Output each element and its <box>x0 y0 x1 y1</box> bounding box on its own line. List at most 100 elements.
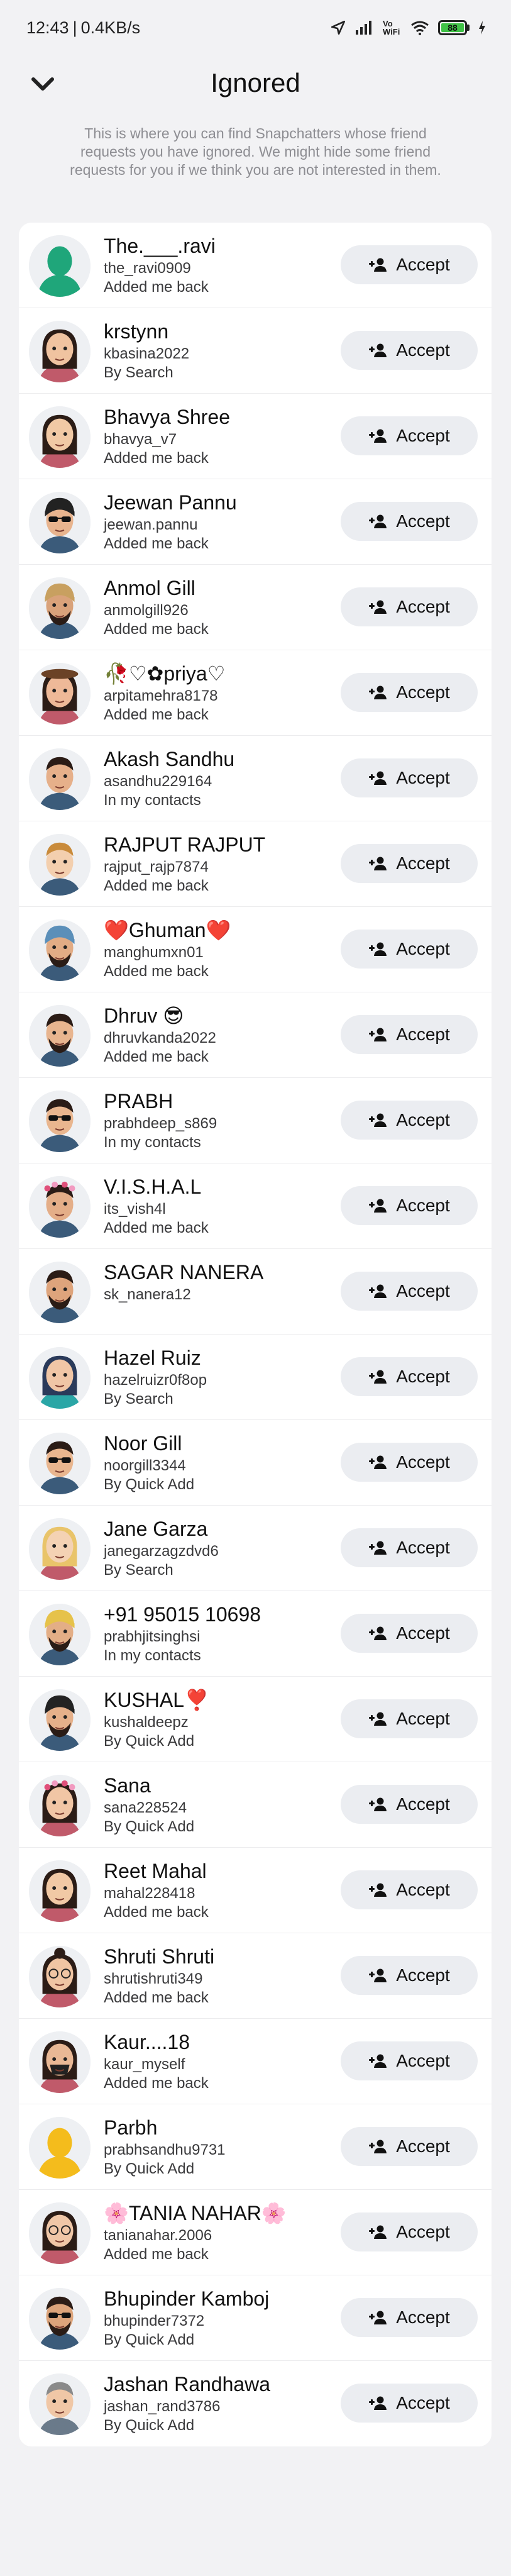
avatar[interactable] <box>29 492 91 553</box>
accept-button[interactable]: Accept <box>341 930 478 969</box>
accept-button[interactable]: Accept <box>341 2127 478 2166</box>
list-item[interactable]: Kaur....18 kaur_myself Added me back Acc… <box>19 2019 492 2104</box>
avatar[interactable] <box>29 2373 91 2435</box>
avatar[interactable] <box>29 1860 91 1922</box>
avatar[interactable] <box>29 1433 91 1494</box>
accept-button[interactable]: Accept <box>341 1272 478 1311</box>
accept-button[interactable]: Accept <box>341 1956 478 1995</box>
accept-button[interactable]: Accept <box>341 844 478 883</box>
accept-button[interactable]: Accept <box>341 1528 478 1567</box>
list-item[interactable]: +91 95015 10698 prabhjitsinghsi In my co… <box>19 1591 492 1677</box>
list-item[interactable]: RAJPUT RAJPUT rajput_rajp7874 Added me b… <box>19 821 492 907</box>
list-item[interactable]: Dhruv 😎 dhruvkanda2022 Added me back Acc… <box>19 992 492 1078</box>
display-name: Sana <box>104 1774 151 1797</box>
list-item[interactable]: Bhavya Shree bhavya_v7 Added me back Acc… <box>19 394 492 479</box>
list-item[interactable]: Noor Gill noorgill3344 By Quick Add Acce… <box>19 1420 492 1506</box>
list-item[interactable]: ❤️Ghuman❤️ manghumxn01 Added me back Acc… <box>19 907 492 992</box>
display-name: krstynn <box>104 320 169 343</box>
list-item[interactable]: Parbh prabhsandhu9731 By Quick Add Accep… <box>19 2104 492 2190</box>
accept-button[interactable]: Accept <box>341 1015 478 1054</box>
accept-button[interactable]: Accept <box>341 331 478 370</box>
accept-button[interactable]: Accept <box>341 2041 478 2080</box>
accept-button[interactable]: Accept <box>341 1101 478 1140</box>
user-info: Jane Garza janegarzagzdvd6 By Search <box>104 1517 347 1580</box>
battery-icon: 88 <box>438 20 470 35</box>
avatar[interactable] <box>29 1262 91 1323</box>
avatar[interactable] <box>29 1689 91 1751</box>
accept-label: Accept <box>396 768 450 787</box>
accept-button[interactable]: Accept <box>341 2212 478 2251</box>
avatar[interactable] <box>29 235 91 297</box>
display-name: PRABH <box>104 1090 173 1113</box>
list-item[interactable]: 🥀♡✿priya♡ arpitamehra8178 Added me back … <box>19 650 492 736</box>
avatar[interactable] <box>29 1604 91 1665</box>
username: janegarzagzdvd6 <box>104 1543 219 1560</box>
accept-label: Accept <box>396 255 450 274</box>
avatar[interactable] <box>29 834 91 896</box>
accept-button[interactable]: Accept <box>341 245 478 284</box>
avatar[interactable] <box>29 1775 91 1836</box>
list-item[interactable]: Reet Mahal mahal228418 Added me back Acc… <box>19 1848 492 1933</box>
accept-button[interactable]: Accept <box>341 1443 478 1482</box>
avatar[interactable] <box>29 1091 91 1152</box>
avatar[interactable] <box>29 919 91 981</box>
list-item[interactable]: V.I.S.H.A.L its_vish4l Added me back Acc… <box>19 1163 492 1249</box>
accept-button[interactable]: Accept <box>341 502 478 541</box>
list-item[interactable]: krstynn kbasina2022 By Search Accept <box>19 308 492 394</box>
display-name: 🥀♡✿priya♡ <box>104 662 226 685</box>
add-friend-icon <box>368 771 387 785</box>
avatar[interactable] <box>29 406 91 468</box>
add-friend-icon <box>368 1455 387 1469</box>
accept-button[interactable]: Accept <box>341 673 478 712</box>
avatar[interactable] <box>29 2117 91 2179</box>
accept-button[interactable]: Accept <box>341 2384 478 2423</box>
list-item[interactable]: PRABH prabhdeep_s869 In my contacts Acce… <box>19 1078 492 1163</box>
accept-button[interactable]: Accept <box>341 1785 478 1824</box>
avatar[interactable] <box>29 2202 91 2264</box>
user-info: Parbh prabhsandhu9731 By Quick Add <box>104 2116 347 2179</box>
added-source: By Quick Add <box>104 2417 195 2434</box>
status-bar: 12:43 | 0.4KB/s Vo WiFi 88 <box>0 0 511 55</box>
accept-button[interactable]: Accept <box>341 1699 478 1738</box>
list-item[interactable]: Anmol Gill anmolgill926 Added me back Ac… <box>19 565 492 650</box>
list-item[interactable]: SAGAR NANERA sk_nanera12 Accept <box>19 1249 492 1335</box>
avatar[interactable] <box>29 2288 91 2350</box>
accept-button[interactable]: Accept <box>341 2298 478 2337</box>
accept-button[interactable]: Accept <box>341 1870 478 1909</box>
avatar[interactable] <box>29 321 91 382</box>
avatar[interactable] <box>29 748 91 810</box>
accept-button[interactable]: Accept <box>341 1186 478 1225</box>
user-info: Jashan Randhawa jashan_rand3786 By Quick… <box>104 2372 347 2435</box>
accept-button[interactable]: Accept <box>341 1614 478 1653</box>
list-item[interactable]: Sana sana228524 By Quick Add Accept <box>19 1762 492 1848</box>
accept-label: Accept <box>396 511 450 531</box>
avatar[interactable] <box>29 2031 91 2093</box>
list-item[interactable]: 🌸TANIA NAHAR🌸 tanianahar.2006 Added me b… <box>19 2190 492 2275</box>
avatar[interactable] <box>29 577 91 639</box>
avatar[interactable] <box>29 1347 91 1409</box>
list-item[interactable]: Jeewan Pannu jeewan.pannu Added me back … <box>19 479 492 565</box>
avatar[interactable] <box>29 1946 91 2007</box>
accept-button[interactable]: Accept <box>341 1357 478 1396</box>
list-item[interactable]: KUSHAL❣️ kushaldeepz By Quick Add Accept <box>19 1677 492 1762</box>
accept-button[interactable]: Accept <box>341 416 478 455</box>
username: asandhu229164 <box>104 773 212 790</box>
username: tanianahar.2006 <box>104 2227 212 2244</box>
add-friend-icon <box>368 1199 387 1213</box>
list-item[interactable]: Akash Sandhu asandhu229164 In my contact… <box>19 736 492 821</box>
avatar[interactable] <box>29 1005 91 1067</box>
accept-button[interactable]: Accept <box>341 758 478 797</box>
accept-button[interactable]: Accept <box>341 587 478 626</box>
display-name: Dhruv 😎 <box>104 1004 184 1027</box>
list-item[interactable]: Shruti Shruti shrutishruti349 Added me b… <box>19 1933 492 2019</box>
list-item[interactable]: Jane Garza janegarzagzdvd6 By Search Acc… <box>19 1506 492 1591</box>
avatar[interactable] <box>29 1176 91 1238</box>
display-name: Kaur....18 <box>104 2031 190 2053</box>
avatar[interactable] <box>29 1518 91 1580</box>
avatar[interactable] <box>29 663 91 724</box>
list-item[interactable]: Hazel Ruiz hazelruizr0f8op By Search Acc… <box>19 1335 492 1420</box>
added-source: Added me back <box>104 621 209 638</box>
list-item[interactable]: Jashan Randhawa jashan_rand3786 By Quick… <box>19 2361 492 2446</box>
list-item[interactable]: Bhupinder Kamboj bhupinder7372 By Quick … <box>19 2275 492 2361</box>
list-item[interactable]: The.___.ravi the_ravi0909 Added me back … <box>19 223 492 308</box>
